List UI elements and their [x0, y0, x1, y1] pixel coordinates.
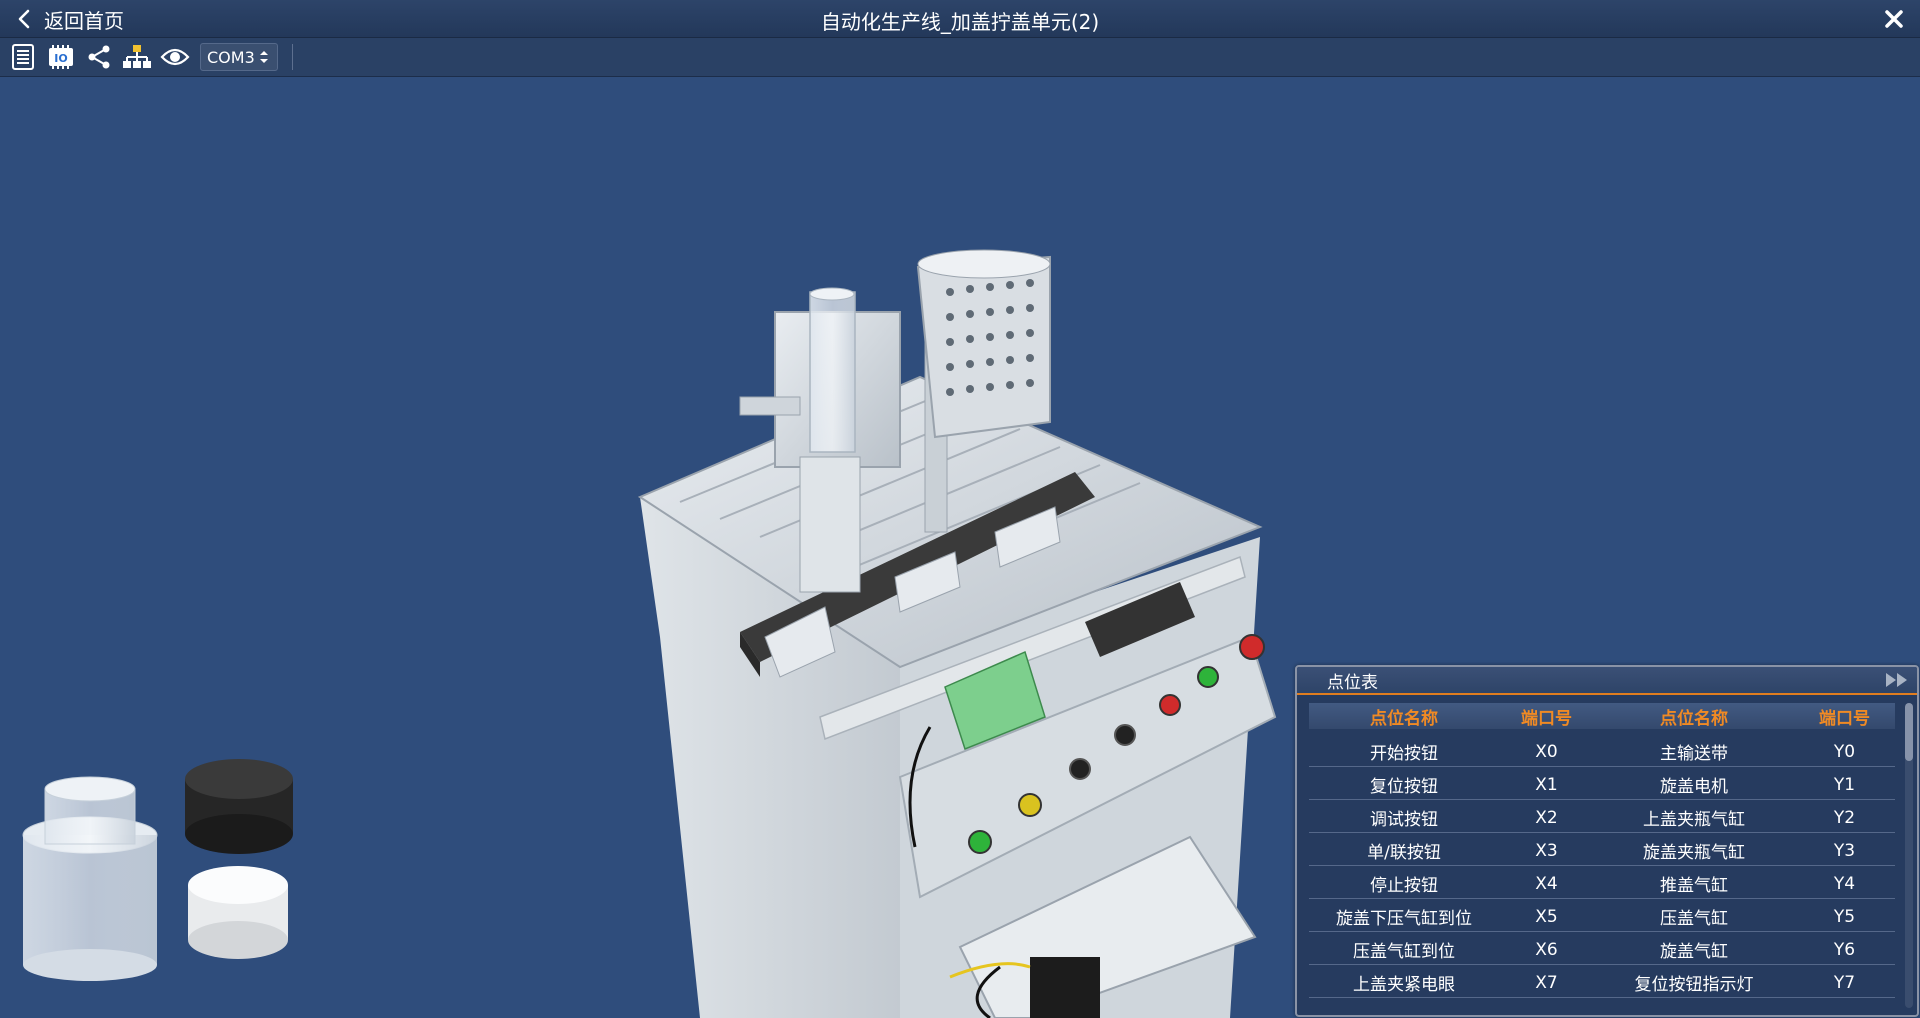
- point-table-body: 开始按钮 X0 主输送带 Y0 复位按钮 X1 旋盖电机 Y1 调试按钮 X2 上盖夹瓶气缸 Y2 单/…: [1309, 735, 1895, 999]
- emergency-button-model[interactable]: [1239, 634, 1265, 660]
- input-port: X2: [1499, 801, 1594, 834]
- output-point-name: 旋盖电机: [1594, 768, 1794, 801]
- output-port: Y2: [1794, 801, 1895, 834]
- press-cap-unit: [799, 456, 861, 593]
- output-port: Y5: [1794, 900, 1895, 933]
- header-output-port: 端口号: [1819, 708, 1870, 729]
- table-row[interactable]: 调试按钮 X2 上盖夹瓶气缸 Y2: [1309, 801, 1895, 834]
- table-row[interactable]: 开始按钮 X0 主输送带 Y0: [1309, 735, 1895, 768]
- white-cap-preview[interactable]: [188, 866, 288, 959]
- header-output-name: 点位名称: [1660, 708, 1728, 729]
- push-cap-cylinder: [739, 396, 801, 416]
- com-port-value: COM3: [207, 47, 255, 67]
- header-input-name: 点位名称: [1370, 708, 1438, 729]
- svg-text:IO: IO: [54, 52, 67, 65]
- output-point-name: 旋盖夹瓶气缸: [1594, 834, 1794, 867]
- point-table-column-headers: 点位名称 端口号 点位名称 端口号: [1309, 703, 1895, 729]
- output-port: Y1: [1794, 768, 1895, 801]
- table-row[interactable]: 上盖夹紧电眼 X7 复位按钮指示灯 Y7: [1309, 966, 1895, 999]
- input-point-name: 调试按钮: [1309, 801, 1499, 834]
- input-port: X5: [1499, 900, 1594, 933]
- start-button-model[interactable]: [968, 830, 992, 854]
- output-point-name: 推盖气缸: [1594, 867, 1794, 900]
- input-port: X6: [1499, 933, 1594, 966]
- table-row[interactable]: 停止按钮 X4 推盖气缸 Y4: [1309, 867, 1895, 900]
- input-point-name: 旋盖下压气缸到位: [1309, 900, 1499, 933]
- reset-button-model[interactable]: [1018, 793, 1042, 817]
- io-chip-icon[interactable]: IO: [46, 42, 76, 72]
- cap-magazine-tube: [809, 291, 856, 453]
- output-point-name: 复位按钮指示灯: [1594, 966, 1794, 999]
- window-title: 自动化生产线_加盖拧盖单元(2): [820, 10, 1100, 34]
- workstation-model[interactable]: [637, 249, 1277, 1018]
- input-port: X7: [1499, 966, 1594, 999]
- output-port: Y6: [1794, 933, 1895, 966]
- close-icon[interactable]: [1882, 7, 1906, 31]
- output-point-name: 主输送带: [1594, 735, 1794, 768]
- input-point-name: 开始按钮: [1309, 735, 1499, 768]
- input-point-name: 上盖夹紧电眼: [1309, 966, 1499, 999]
- table-row[interactable]: 压盖气缸到位 X6 旋盖气缸 Y6: [1309, 933, 1895, 966]
- header-input-port: 端口号: [1521, 708, 1572, 729]
- output-point-name: 压盖气缸: [1594, 900, 1794, 933]
- input-port: X1: [1499, 768, 1594, 801]
- output-point-name: 上盖夹瓶气缸: [1594, 801, 1794, 834]
- table-row[interactable]: 单/联按钮 X3 旋盖夹瓶气缸 Y3: [1309, 834, 1895, 867]
- mode-switch-model[interactable]: [1114, 724, 1136, 746]
- output-port: Y7: [1794, 966, 1895, 999]
- network-icon[interactable]: [122, 42, 152, 72]
- output-port: Y0: [1794, 735, 1895, 768]
- bottle-preview[interactable]: [22, 776, 158, 981]
- point-table-header: 点位表: [1297, 667, 1917, 695]
- point-table-panel: 点位表 点位名称 端口号 点位名称 端口号 开始按钮 X0 主输送带 Y0 复位按钮 X1…: [1295, 665, 1919, 1017]
- scrollbar-thumb[interactable]: [1905, 703, 1913, 761]
- input-point-name: 停止按钮: [1309, 867, 1499, 900]
- collapse-arrows-icon[interactable]: [1883, 670, 1911, 690]
- debug-button-model[interactable]: [1069, 758, 1091, 780]
- input-point-name: 复位按钮: [1309, 768, 1499, 801]
- output-point-name: 旋盖气缸: [1594, 933, 1794, 966]
- table-row[interactable]: 旋盖下压气缸到位 X5 压盖气缸 Y5: [1309, 900, 1895, 933]
- input-port: X0: [1499, 735, 1594, 768]
- output-port: Y4: [1794, 867, 1895, 900]
- share-icon[interactable]: [84, 42, 114, 72]
- input-point-name: 压盖气缸到位: [1309, 933, 1499, 966]
- point-table-title: 点位表: [1327, 672, 1378, 693]
- input-port: X3: [1499, 834, 1594, 867]
- input-port: X4: [1499, 867, 1594, 900]
- list-icon[interactable]: [8, 42, 38, 72]
- updown-arrows-icon: [259, 51, 268, 63]
- title-bar: 返回首页 自动化生产线_加盖拧盖单元(2): [0, 0, 1920, 38]
- toolbar-divider: [291, 44, 293, 70]
- indicator-light-model: [1197, 666, 1219, 688]
- point-table-scrollbar[interactable]: [1905, 703, 1913, 1008]
- com-port-select[interactable]: COM3: [200, 43, 278, 71]
- table-row[interactable]: 复位按钮 X1 旋盖电机 Y1: [1309, 768, 1895, 801]
- black-cap-preview[interactable]: [185, 759, 293, 854]
- stop-button-model[interactable]: [1159, 694, 1181, 716]
- input-point-name: 单/联按钮: [1309, 834, 1499, 867]
- output-port: Y3: [1794, 834, 1895, 867]
- toolbar: IO COM3: [0, 38, 1920, 77]
- eye-icon[interactable]: [160, 42, 190, 72]
- plc-module: [1030, 957, 1100, 1018]
